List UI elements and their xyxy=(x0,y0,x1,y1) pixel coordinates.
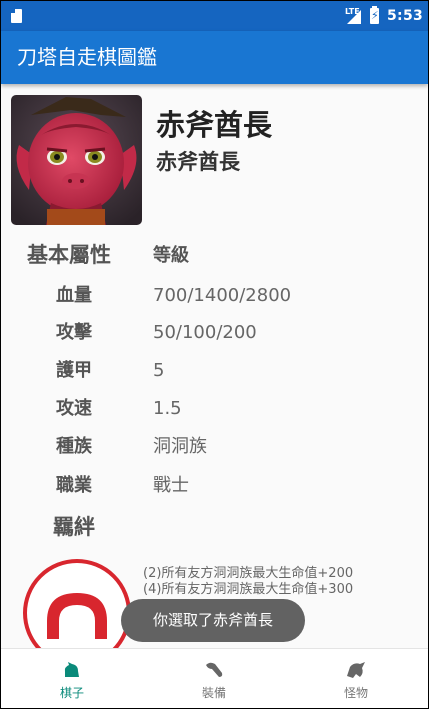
stat-label-hp: 血量 xyxy=(56,285,92,306)
status-bar: LTE ⚡ 5:53 xyxy=(1,1,428,31)
monster-icon xyxy=(347,662,365,678)
equipment-icon xyxy=(206,662,223,677)
app-bar: 刀塔自走棋圖鑑 xyxy=(1,31,428,84)
signal-icon xyxy=(347,10,361,24)
stat-label-race: 種族 xyxy=(56,436,92,457)
nav-label: 怪物 xyxy=(343,686,368,700)
stat-label-class: 職業 xyxy=(56,475,92,496)
nav-tab-monsters[interactable]: 怪物 xyxy=(285,649,427,708)
stat-label-attack-speed: 攻速 xyxy=(56,398,92,419)
attributes-heading: 基本屬性 xyxy=(27,243,111,267)
hero-name: 赤斧酋長 xyxy=(156,108,273,142)
stat-value-attack: 50/100/200 xyxy=(153,322,257,343)
bottom-navigation: 棋子 裝備 怪物 xyxy=(1,648,428,708)
stat-value-armor: 5 xyxy=(153,360,165,381)
stat-value-hp: 700/1400/2800 xyxy=(153,285,292,306)
bond-line: (4)所有友方洞洞族最大生命值+300 xyxy=(143,582,354,597)
battery-charging-icon: ⚡ xyxy=(370,6,379,24)
nav-label: 裝備 xyxy=(201,686,226,700)
hero-subtitle: 赤斧酋長 xyxy=(156,150,240,174)
toast-message: 你選取了赤斧酋長 xyxy=(121,599,305,642)
bonds-heading: 羈絆 xyxy=(53,515,95,539)
chess-piece-icon xyxy=(64,662,79,677)
stat-value-attack-speed: 1.5 xyxy=(153,398,182,419)
stat-label-armor: 護甲 xyxy=(56,360,92,381)
stat-value-race: 洞洞族 xyxy=(153,436,207,457)
stat-label-attack: 攻擊 xyxy=(56,322,92,343)
hero-portrait xyxy=(11,95,142,225)
hero-portrait-art xyxy=(11,95,142,225)
nav-tab-equipment[interactable]: 裝備 xyxy=(143,649,285,708)
app-title: 刀塔自走棋圖鑑 xyxy=(17,45,157,69)
bond-line: (2)所有友方洞洞族最大生命值+200 xyxy=(143,566,354,581)
status-clock: 5:53 xyxy=(387,8,424,24)
nav-label: 棋子 xyxy=(59,686,84,700)
stat-value-class: 戰士 xyxy=(153,475,189,496)
bond-description: (2)所有友方洞洞族最大生命值+200 (4)所有友方洞洞族最大生命值+300 xyxy=(143,566,353,598)
sd-card-icon xyxy=(11,9,22,23)
app-screen: LTE ⚡ 5:53 刀塔自走棋圖鑑 赤斧酋長 赤斧酋長 基本屬性 等級 血量 … xyxy=(1,1,428,708)
level-label: 等級 xyxy=(153,245,189,266)
nav-tab-pieces[interactable]: 棋子 xyxy=(1,649,143,708)
